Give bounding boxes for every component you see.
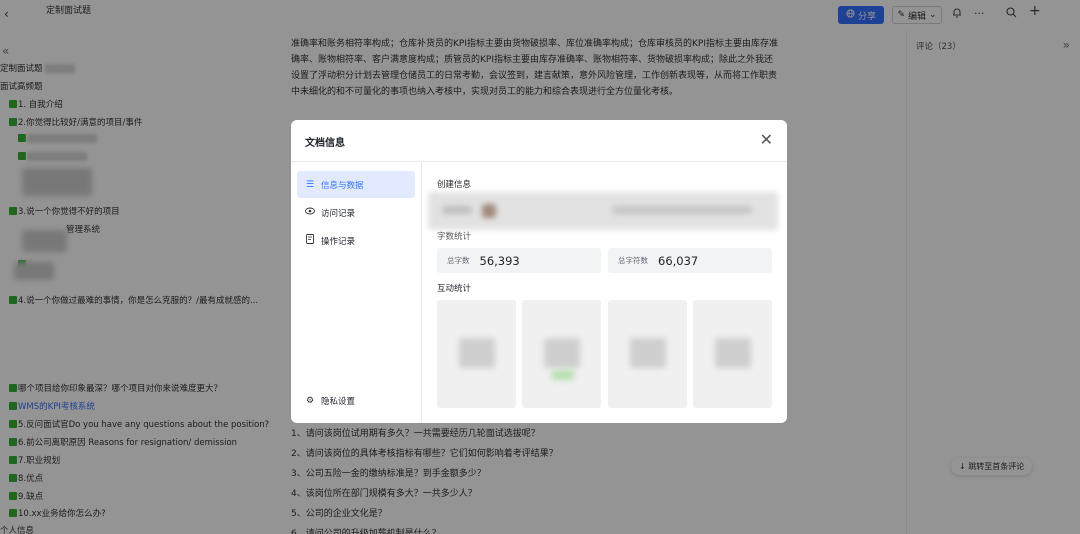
interaction-card [608,300,687,408]
document-info-modal: 文档信息 ✕ ☰ 信息与数据 访问记录 操作记录 ⚙ 隐私设置 创建信息 字数统… [291,120,787,423]
total-chars-value: 66,037 [658,253,699,268]
total-words-label: 总字数 [447,256,470,265]
total-chars-label: 总字符数 [618,256,648,265]
tab-visit-records[interactable]: 访问记录 [297,199,415,226]
tab-label: 信息与数据 [321,180,364,191]
tab-label: 访问记录 [321,208,356,219]
document-history-icon [305,234,315,247]
interaction-card [437,300,516,408]
interaction-card [693,300,772,408]
total-words-value: 56,393 [479,253,520,268]
total-words-stat: 总字数 56,393 [437,248,601,273]
section-interaction: 互动统计 [437,284,472,294]
section-word-count: 字数统计 [437,232,472,242]
creator-avatar [482,204,496,218]
eye-icon [305,207,315,218]
tab-label: 隐私设置 [321,396,356,407]
modal-body: 创建信息 字数统计 总字数 56,393 总字符数 66,037 互动统计 [422,162,787,423]
close-icon[interactable]: ✕ [760,130,773,149]
tab-operation-records[interactable]: 操作记录 [297,227,415,254]
modal-header: 文档信息 ✕ [291,120,787,162]
section-created-info: 创建信息 [437,180,472,190]
gear-icon: ⚙ [305,395,315,406]
modal-nav: ☰ 信息与数据 访问记录 操作记录 ⚙ 隐私设置 [291,162,422,423]
interaction-card [522,300,601,408]
tab-info-data[interactable]: ☰ 信息与数据 [297,171,415,198]
list-icon: ☰ [305,179,315,190]
total-chars-stat: 总字符数 66,037 [608,248,772,273]
tab-label: 操作记录 [321,236,356,247]
privacy-settings-button[interactable]: ⚙ 隐私设置 [297,387,415,414]
modal-title: 文档信息 [305,138,345,149]
